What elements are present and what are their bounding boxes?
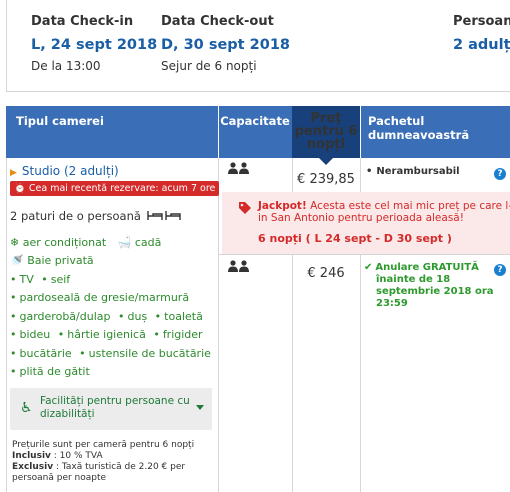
amenity-label: cadă	[134, 236, 162, 249]
jackpot-dates: 6 nopți ( L 24 sept - D 30 sept )	[258, 232, 452, 245]
amenity-row: • bideu • hârtie igienică • frigider	[10, 328, 203, 341]
column-divider	[292, 254, 293, 492]
jackpot-message: Jackpot! Acesta este cel mai mic preț pe…	[258, 200, 510, 224]
checkin-date[interactable]: L, 24 sept 2018	[31, 37, 157, 53]
price-tag-icon	[238, 201, 252, 218]
package-text: 23:59	[376, 298, 408, 309]
guests-label: Persoane	[453, 14, 510, 29]
checkmark-icon: ✔	[364, 262, 373, 273]
amenity-ac: ❄ aer condiționat 🛁 cadă	[10, 236, 161, 249]
stay-length: Sejur de 6 nopți	[161, 59, 257, 73]
shower-icon: 🚿	[10, 254, 24, 267]
amenity-private-bath: 🚿 Baie privată	[10, 254, 94, 267]
snowflake-icon: ❄	[10, 236, 20, 249]
price-nonrefundable: € 239,85	[297, 172, 355, 187]
column-divider	[360, 254, 361, 492]
checkin-label: Data Check-in	[31, 14, 134, 29]
checkout-label: Data Check-out	[161, 14, 274, 29]
notes-excluded-label: Exclusiv	[12, 462, 54, 472]
amenity-row: • bucătărie • ustensile de bucătărie	[10, 347, 211, 360]
header-capacity: Capacitate	[220, 114, 290, 128]
bed-info: 2 paturi de o persoană	[10, 209, 181, 224]
recent-booking-badge: ⏰ Cea mai recentă rezervare: acum 7 ore	[10, 181, 220, 196]
two-persons-icon	[228, 260, 250, 276]
accessibility-label: Facilități pentru persoane cu dizabilită…	[40, 395, 190, 421]
table-header: Tipul camerei Capacitate Preț pentru 6 n…	[6, 106, 510, 158]
checkin-column[interactable]: Data Check-in L, 24 sept 2018 De la 13:0…	[31, 14, 157, 73]
price-free-cancel: € 246	[307, 266, 345, 281]
jackpot-banner: Jackpot! Acesta este cel mai mic preț pe…	[222, 192, 510, 254]
amenity-label: ustensile de bucătărie	[88, 347, 211, 360]
notes-included-label: Inclusiv	[12, 451, 51, 461]
amenity-label: garderobă/dulap	[19, 310, 111, 323]
checkout-date[interactable]: D, 30 sept 2018	[161, 37, 290, 53]
header-divider	[360, 106, 361, 158]
accessibility-line: dizabilități	[40, 408, 95, 420]
amenity-label: hârtie igienică	[67, 328, 146, 341]
column-divider	[218, 158, 219, 492]
notes-line: Prețurile sunt per cameră pentru 6 nopți	[12, 440, 195, 450]
bed-info-text: 2 paturi de o persoană	[10, 209, 141, 223]
row-divider	[218, 254, 510, 255]
amenity-row: • TV • seif	[10, 273, 71, 286]
price-notes: Prețurile sunt per cameră pentru 6 nopți…	[12, 440, 194, 484]
column-divider	[360, 158, 361, 192]
package-nonrefundable: • Nerambursabil	[366, 166, 460, 177]
amenity-label: bucătărie	[19, 347, 72, 360]
amenity-label: duș	[127, 310, 148, 323]
guests-column[interactable]: Persoane 2 adulți	[453, 14, 510, 53]
jackpot-label: Jackpot!	[258, 200, 307, 212]
two-persons-icon	[228, 162, 250, 178]
amenity-label: toaletă	[164, 310, 203, 323]
package-text: Anulare GRATUITĂ	[375, 262, 479, 273]
single-bed-icon	[146, 209, 181, 224]
price-sort-arrow	[319, 158, 333, 165]
dates-bar: Data Check-in L, 24 sept 2018 De la 13:0…	[6, 0, 510, 92]
table-left-border	[6, 158, 7, 492]
room-title-text: Studio (2 adulți)	[21, 164, 119, 178]
header-price-line3: nopți	[306, 137, 346, 152]
amenity-label: TV	[19, 273, 34, 286]
room-title-link[interactable]: ▶ Studio (2 adulți)	[10, 164, 119, 178]
amenity-label: frigider	[162, 328, 203, 341]
header-room-type: Tipul camerei	[16, 114, 104, 128]
notes-included: Inclusiv : 10 % TVA	[12, 451, 194, 462]
amenity-label: Baie privată	[27, 254, 94, 267]
chevron-down-icon	[196, 405, 204, 410]
accessibility-line: Facilități pentru persoane cu	[40, 395, 190, 407]
header-price: Preț pentru 6 nopți	[292, 106, 360, 158]
package-free-cancel: ✔ Anulare GRATUITĂ înainte de 18 septembr…	[364, 262, 494, 310]
amenity-row: • garderobă/dulap • duș • toaletă	[10, 310, 203, 323]
room-table: Tipul camerei Capacitate Preț pentru 6 n…	[6, 106, 510, 492]
amenity-label: aer condiționat	[22, 236, 107, 249]
package-text: Nerambursabil	[376, 166, 460, 177]
recent-booking-text: Cea mai recentă rezervare: acum 7 ore	[28, 183, 216, 194]
expand-triangle-icon: ▶	[10, 168, 17, 178]
bathtub-icon: 🛁	[117, 236, 132, 249]
notes-excluded: Exclusiv : Taxă turistică de 2.20 € per	[12, 462, 194, 473]
amenity-row: • plită de gătit	[10, 365, 90, 378]
checkin-time: De la 13:00	[31, 59, 101, 73]
amenity-label: plită de gătit	[19, 365, 90, 378]
notes-excluded-text: : Taxă turistică de 2.20 € per	[53, 462, 186, 472]
amenity-row: • pardoseală de gresie/marmură	[10, 291, 190, 304]
bullet-icon: •	[366, 166, 373, 177]
wheelchair-icon: ♿	[20, 400, 33, 416]
notes-line: persoană per noapte	[12, 473, 107, 483]
guests-value[interactable]: 2 adulți	[453, 37, 510, 53]
accessibility-dropdown[interactable]: ♿ Facilități pentru persoane cu dizabili…	[10, 388, 212, 430]
help-icon[interactable]: ?	[494, 264, 506, 276]
package-text: înainte de 18	[376, 274, 451, 285]
alarm-clock-icon: ⏰	[14, 183, 26, 194]
amenity-label: seif	[50, 273, 71, 286]
jackpot-text: in San Antonio pentru perioada aleasă!	[258, 212, 464, 224]
header-package: Pachetul dumneavoastră	[368, 114, 470, 142]
checkout-column[interactable]: Data Check-out D, 30 sept 2018 Sejur de …	[161, 14, 290, 73]
amenity-label: bideu	[19, 328, 51, 341]
help-icon[interactable]: ?	[494, 168, 506, 180]
amenity-label: pardoseală de gresie/marmură	[19, 291, 190, 304]
jackpot-text: Acesta este cel mai mic preț pe care l-a…	[306, 200, 510, 212]
notes-included-text: : 10 % TVA	[50, 451, 103, 461]
package-text: septembrie 2018 ora	[376, 286, 494, 297]
